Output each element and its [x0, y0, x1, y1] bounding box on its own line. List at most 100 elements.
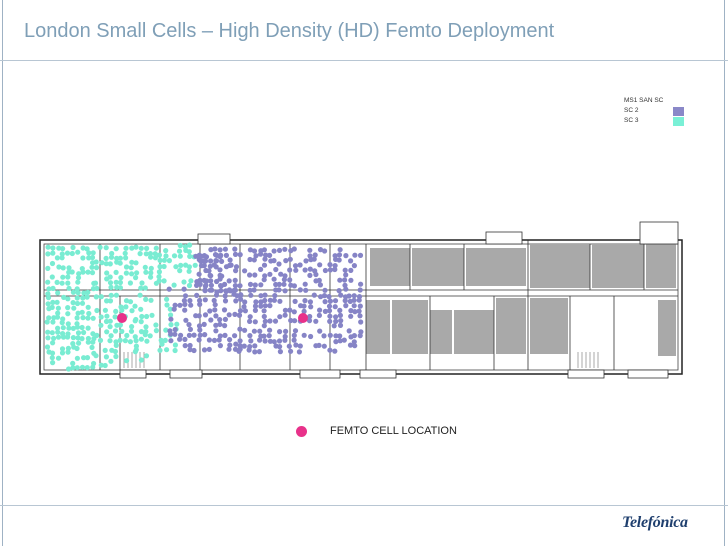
coverage-dot — [55, 329, 61, 335]
coverage-dot — [182, 301, 188, 307]
coverage-dot — [86, 310, 92, 317]
coverage-dot — [181, 279, 187, 285]
coverage-dot — [139, 280, 145, 286]
floor-plan — [39, 221, 683, 379]
coverage-dot — [119, 307, 125, 313]
coverage-dot — [65, 311, 71, 317]
coverage-dot — [351, 297, 357, 303]
coverage-dot — [177, 302, 183, 308]
coverage-dot — [281, 277, 287, 283]
coverage-dot — [176, 248, 183, 254]
coverage-dot — [79, 324, 85, 331]
coverage-dot — [55, 334, 62, 340]
coverage-dot — [168, 322, 174, 328]
coverage-dot — [341, 337, 347, 343]
coverage-dot — [237, 338, 243, 344]
coverage-dot — [168, 316, 174, 322]
coverage-dot — [108, 333, 114, 339]
coverage-dot — [85, 289, 91, 295]
coverage-dot — [104, 313, 110, 319]
coverage-dot — [292, 263, 299, 269]
coverage-dot — [213, 258, 220, 264]
coverage-dot — [302, 267, 308, 273]
coverage-dot — [322, 267, 328, 274]
coverage-dot — [277, 344, 283, 350]
coverage-dot — [143, 353, 150, 359]
coverage-dot — [271, 258, 277, 264]
coverage-dot — [164, 296, 170, 302]
coverage-dot — [133, 244, 139, 250]
coverage-dot — [214, 278, 220, 285]
coverage-dot — [65, 305, 71, 311]
coverage-dot — [65, 334, 71, 340]
coverage-dot — [108, 254, 115, 260]
coverage-dot — [258, 303, 264, 309]
coverage-dot — [104, 329, 110, 335]
coverage-dot — [74, 315, 80, 321]
coverage-dot — [60, 265, 66, 271]
femto-cell-marker-2 — [298, 313, 308, 323]
coverage-dot — [193, 253, 199, 259]
coverage-dot — [133, 347, 139, 353]
coverage-dot — [197, 301, 203, 307]
coverage-dot — [327, 347, 333, 353]
coverage-dot — [134, 270, 140, 276]
coverage-dot — [201, 321, 207, 327]
coverage-dot — [102, 307, 108, 313]
coverage-dot — [283, 258, 289, 264]
coverage-dot — [80, 295, 86, 301]
coverage-dot — [262, 338, 268, 344]
coverage-dot — [213, 328, 219, 334]
coverage-dot — [188, 302, 194, 308]
coverage-dot — [219, 258, 225, 264]
coverage-dot — [128, 265, 134, 271]
coverage-dot — [276, 338, 283, 344]
coverage-dot — [103, 354, 109, 360]
coverage-dot — [208, 278, 214, 284]
coverage-dot — [103, 255, 109, 261]
coverage-dot — [327, 298, 333, 304]
coverage-dot — [287, 267, 293, 273]
coverage-dot — [98, 314, 104, 320]
coverage-dot — [128, 328, 135, 334]
coverage-dot — [85, 339, 91, 345]
coverage-dot — [316, 277, 322, 283]
coverage-dot — [247, 314, 253, 320]
coverage-dot — [321, 333, 327, 339]
coverage-dot — [256, 349, 262, 355]
coverage-dot — [54, 279, 60, 285]
coverage-dot — [171, 253, 178, 259]
coverage-dot — [138, 357, 144, 363]
coverage-dot — [56, 264, 62, 270]
coverage-dot — [103, 245, 109, 251]
coverage-dot — [50, 285, 56, 291]
coverage-dot — [182, 336, 188, 342]
coverage-dot — [55, 305, 62, 311]
coverage-dot — [113, 353, 119, 360]
coverage-dot — [161, 257, 167, 263]
femto-cell-marker-1 — [117, 313, 127, 323]
coverage-dot — [102, 347, 108, 353]
coverage-dot — [139, 313, 145, 320]
coverage-dot — [127, 339, 133, 345]
coverage-dot — [292, 318, 298, 324]
coverage-dot — [196, 271, 202, 277]
coverage-dot — [191, 347, 197, 354]
coverage-dot — [208, 282, 214, 288]
coverage-dot — [123, 264, 130, 270]
coverage-dot — [357, 287, 363, 293]
coverage-dot — [117, 255, 123, 261]
coverage-dot — [45, 301, 51, 307]
coverage-dot — [252, 349, 258, 355]
coverage-dot — [196, 313, 202, 319]
coverage-dot — [71, 305, 77, 311]
coverage-dot — [351, 263, 357, 269]
coverage-dot — [49, 355, 55, 361]
coverage-dot — [50, 340, 56, 346]
coverage-dot — [74, 295, 80, 301]
coverage-dot — [277, 298, 283, 304]
coverage-dot — [133, 275, 139, 281]
coverage-dot — [117, 260, 123, 266]
coverage-dot — [161, 278, 167, 284]
coverage-dot — [282, 288, 288, 294]
